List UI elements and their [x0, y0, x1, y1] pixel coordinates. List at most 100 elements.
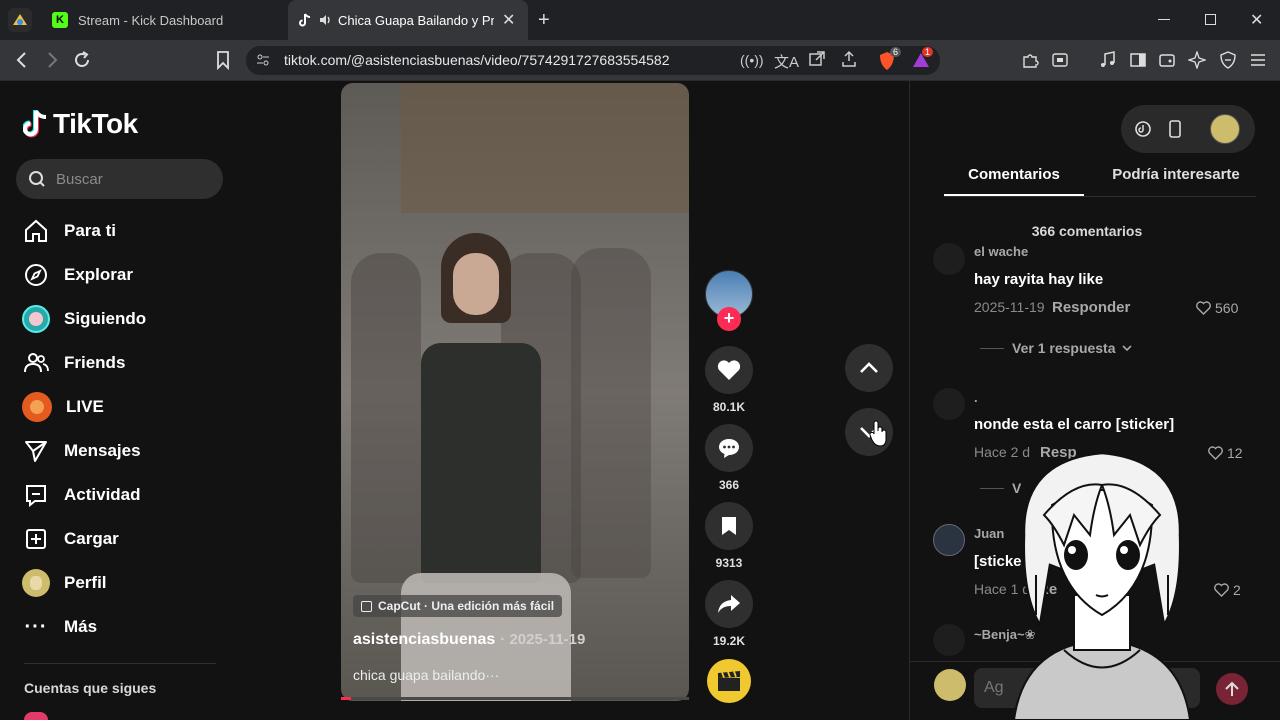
leo-ai-icon[interactable]: [1188, 51, 1206, 69]
site-settings-icon[interactable]: [256, 53, 270, 67]
sidebar-item-cargar[interactable]: Cargar: [22, 521, 119, 557]
tab-label: Podría interesarte: [1112, 166, 1240, 183]
vpn-icon[interactable]: [1219, 51, 1237, 69]
like-count: 12: [1227, 445, 1243, 461]
restore-icon[interactable]: [1205, 14, 1216, 25]
following-section-title: Cuentas que sigues: [24, 680, 157, 696]
post-comment-button[interactable]: [1216, 673, 1248, 705]
share-count: 19.2K: [712, 634, 746, 648]
video-progress-bar[interactable]: [341, 697, 689, 700]
comment-button[interactable]: [705, 424, 753, 472]
forward-icon[interactable]: [42, 50, 62, 70]
search-input[interactable]: Buscar: [16, 159, 223, 199]
menu-icon[interactable]: [1249, 52, 1267, 68]
sound-disc[interactable]: [707, 659, 751, 703]
following-avatar[interactable]: [24, 712, 48, 720]
extensions-icon[interactable]: [1021, 51, 1039, 69]
cast-icon[interactable]: ((•)): [740, 52, 764, 68]
save-button[interactable]: [705, 502, 753, 550]
reply-button[interactable]: Responder: [1052, 299, 1130, 316]
sidebar-item-friends[interactable]: Friends: [22, 345, 125, 381]
tab-tiktok[interactable]: Chica Guapa Bailando y Prueb ✕: [288, 0, 528, 40]
heart-outline-icon: [1214, 583, 1229, 597]
sidebar-item-label: Friends: [64, 353, 126, 372]
back-icon[interactable]: [12, 50, 32, 70]
comment-like-button[interactable]: 12: [1208, 445, 1243, 461]
tabs-divider: [944, 196, 1256, 197]
sidebar-item-para-ti[interactable]: Para ti: [22, 213, 116, 249]
share-button[interactable]: [705, 580, 753, 628]
coin-icon[interactable]: [1134, 120, 1152, 138]
avatar[interactable]: [933, 388, 965, 420]
profile-avatar-icon: [22, 569, 50, 597]
avatar[interactable]: [933, 524, 965, 556]
comment-user[interactable]: Juan: [974, 526, 1004, 541]
sidebar-item-live[interactable]: LIVE: [22, 389, 104, 425]
like-count: 80.1K: [712, 400, 746, 414]
follow-plus-button[interactable]: +: [717, 307, 741, 331]
more-icon: ···: [24, 615, 48, 638]
reload-icon[interactable]: [72, 50, 92, 70]
chevron-up-icon: [860, 362, 878, 373]
heart-icon: [717, 360, 741, 380]
translate-icon[interactable]: 文A: [774, 51, 799, 72]
previous-video-button[interactable]: [845, 344, 893, 392]
sidebar-item-mas[interactable]: ··· Más: [22, 609, 98, 645]
comment-text: hay rayita hay like: [974, 271, 1104, 288]
tab-label: Comentarios: [968, 166, 1060, 183]
browser-menu-icon[interactable]: [8, 8, 32, 32]
close-window-icon[interactable]: ✕: [1250, 10, 1263, 30]
sidebar-item-perfil[interactable]: Perfil: [22, 565, 107, 601]
music-icon[interactable]: [1099, 51, 1117, 69]
activity-icon: [22, 481, 50, 509]
search-icon: [28, 170, 46, 188]
sidebar-item-actividad[interactable]: Actividad: [22, 477, 141, 513]
comment-like-button[interactable]: 2: [1214, 582, 1241, 598]
bookmark-icon[interactable]: [213, 50, 233, 70]
new-tab-icon[interactable]: +: [538, 9, 550, 32]
sidebar-item-label: Actividad: [64, 485, 141, 504]
wallet-ext-icon[interactable]: [1051, 51, 1069, 69]
send-icon: [22, 437, 50, 465]
bookmark-icon: [722, 517, 736, 535]
sidebar-item-mensajes[interactable]: Mensajes: [22, 433, 141, 469]
comment-user[interactable]: el wache: [974, 244, 1028, 259]
comment-like-button[interactable]: 560: [1196, 300, 1238, 316]
tab-comentarios[interactable]: Comentarios: [944, 166, 1084, 196]
sidebar-item-label: LIVE: [66, 397, 104, 416]
like-button[interactable]: [705, 346, 753, 394]
minimize-icon[interactable]: [1158, 19, 1170, 20]
tab-title: Stream - Kick Dashboard: [78, 12, 224, 28]
like-count: 560: [1215, 300, 1239, 316]
capcut-badge[interactable]: CapCut · Una edición más fácil: [353, 595, 563, 617]
wallet-icon[interactable]: [1158, 51, 1176, 69]
open-external-icon[interactable]: [808, 50, 826, 68]
sidebar-item-explorar[interactable]: Explorar: [22, 257, 133, 293]
video-author[interactable]: asistenciasbuenas: [353, 631, 495, 649]
video-author-line: asistenciasbuenas · 2025-11-19: [353, 631, 585, 649]
tab-podria-interesarte[interactable]: Podría interesarte: [1096, 166, 1256, 196]
close-tab-icon[interactable]: ✕: [502, 10, 515, 30]
speaker-icon[interactable]: [318, 13, 332, 27]
video-player[interactable]: CapCut · Una edición más fácil asistenci…: [341, 83, 689, 701]
avatar[interactable]: [933, 243, 965, 275]
capcut-icon: [361, 600, 372, 612]
user-avatar[interactable]: [1210, 114, 1240, 144]
view-replies-line: [980, 348, 1004, 349]
url-text[interactable]: tiktok.com/@asistenciasbuenas/video/7574…: [284, 52, 670, 68]
sidebar-item-siguiendo[interactable]: Siguiendo: [22, 301, 146, 337]
comment-user[interactable]: .: [974, 390, 978, 405]
device-icon[interactable]: [1167, 120, 1183, 138]
view-replies-button[interactable]: Ver 1 respuesta: [1012, 340, 1132, 356]
comment-count: 366: [718, 478, 740, 492]
kick-icon: K: [52, 12, 68, 28]
tab-kick[interactable]: K Stream - Kick Dashboard: [40, 0, 284, 40]
my-avatar: [934, 669, 966, 701]
sidebar-item-label: Cargar: [64, 529, 119, 548]
avatar[interactable]: [933, 624, 965, 656]
heart-outline-icon: [1196, 301, 1211, 315]
share-icon[interactable]: [840, 50, 858, 68]
tiktok-logo[interactable]: TikTok: [23, 108, 138, 140]
following-avatar-icon: [22, 305, 50, 333]
sidebar-toggle-icon[interactable]: [1129, 51, 1147, 69]
